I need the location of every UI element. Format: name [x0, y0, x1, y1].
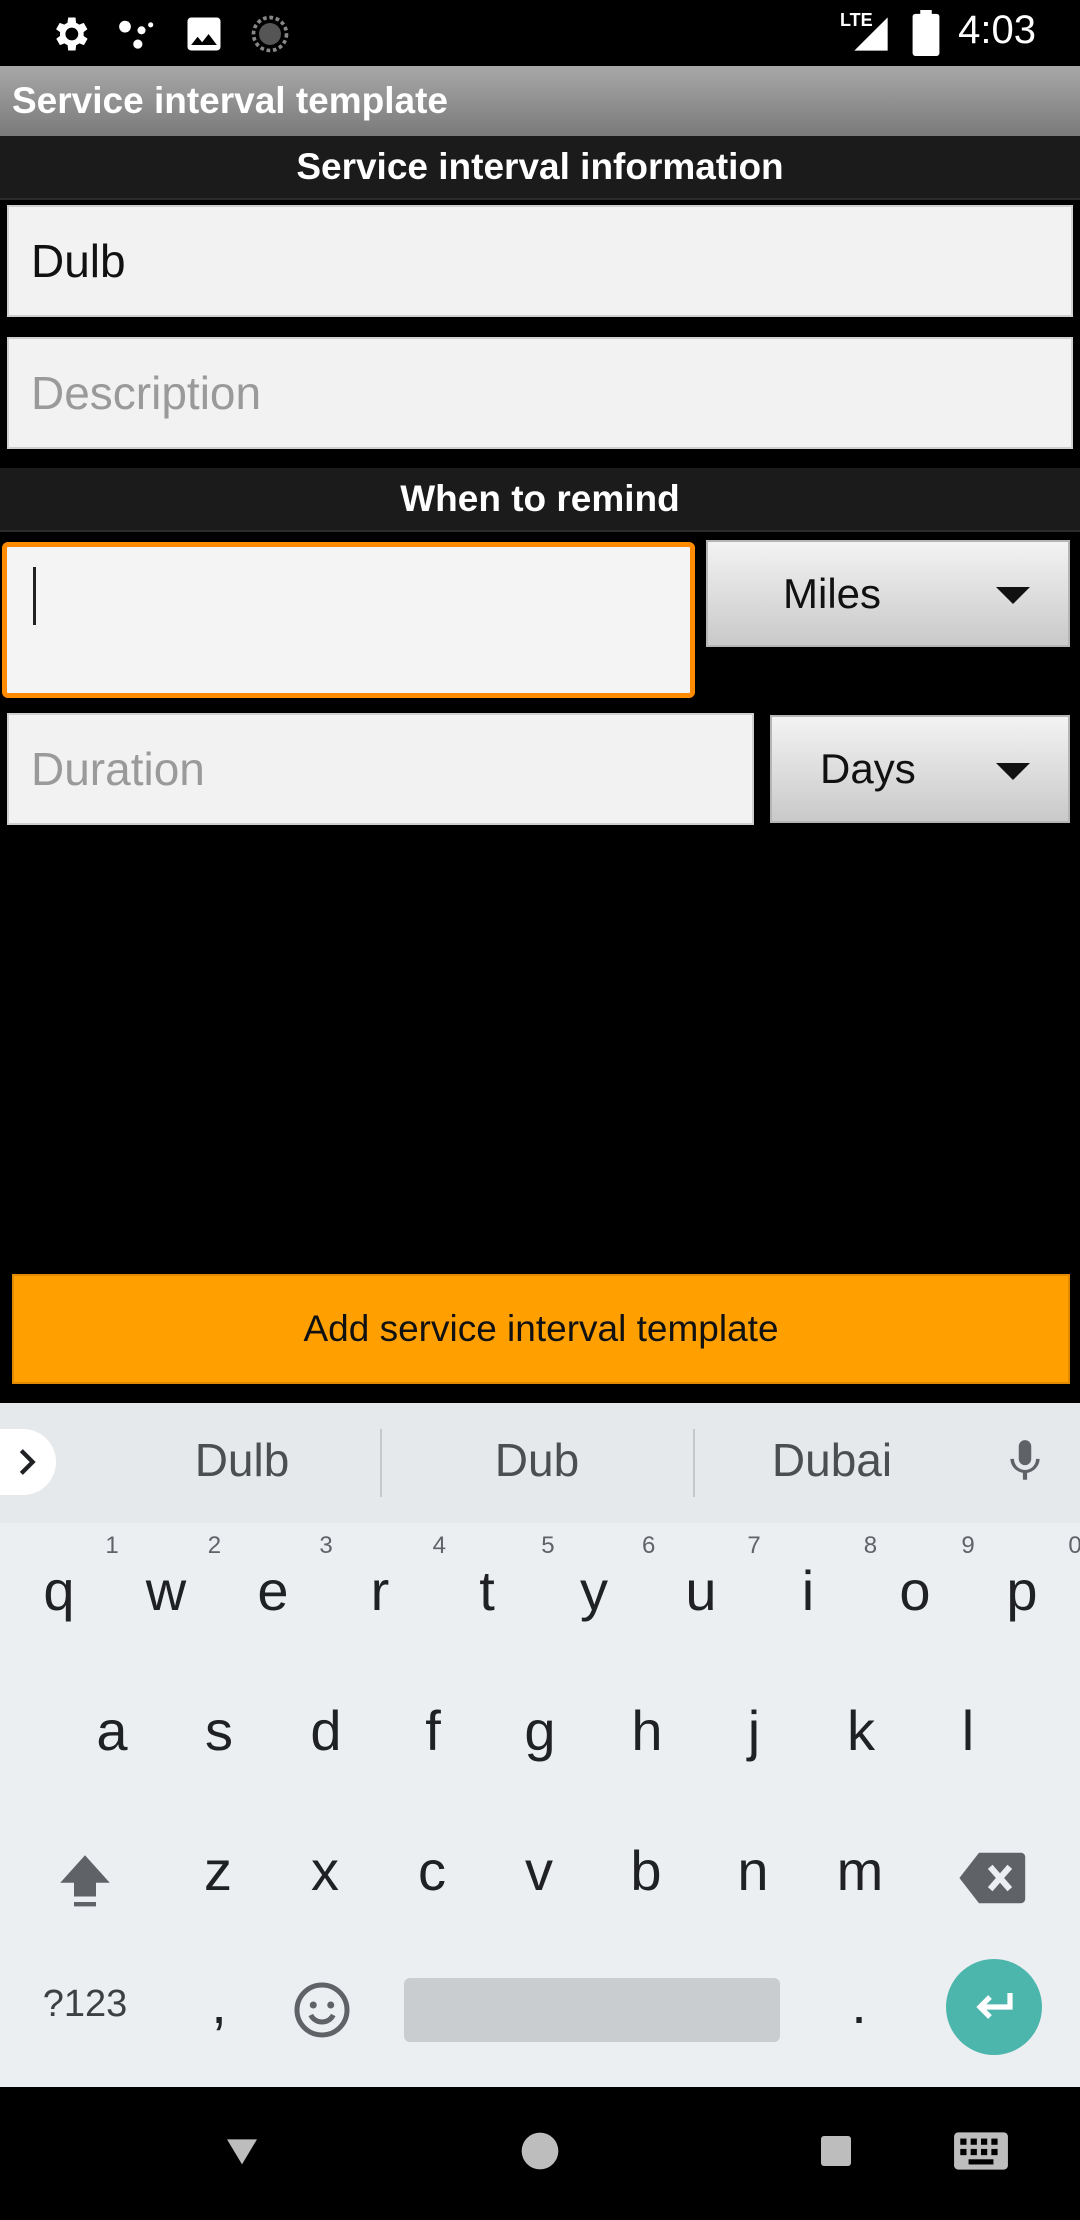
home-icon[interactable] [520, 2131, 560, 2171]
key-hint-number: 7 [747, 1532, 761, 1559]
key-k[interactable]: k [816, 1698, 906, 1763]
key-n[interactable]: n [708, 1838, 798, 1903]
settings-icon [56, 17, 88, 51]
distance-unit-spinner[interactable]: Miles [706, 540, 1070, 647]
backspace-icon[interactable] [958, 1850, 1028, 1906]
key-letter: p [1006, 1559, 1038, 1622]
name-field-value: Dulb [31, 235, 126, 287]
key-y[interactable]: y6 [549, 1532, 655, 1623]
key-hint-number: 3 [319, 1532, 333, 1559]
key-p[interactable]: p0 [977, 1532, 1080, 1623]
chevron-down-icon [996, 763, 1030, 780]
key-hint-number: 5 [541, 1532, 555, 1559]
emoji-icon[interactable] [292, 1980, 352, 2040]
duration-unit-spinner[interactable]: Days [770, 715, 1070, 823]
enter-icon [976, 1993, 1013, 2019]
key-u[interactable]: u7 [656, 1532, 760, 1623]
key-letter: e [257, 1559, 289, 1622]
recents-icon[interactable] [818, 2133, 854, 2169]
signal-icon [854, 17, 888, 51]
key-letter: r [370, 1559, 390, 1622]
shift-icon[interactable] [52, 1845, 118, 1915]
title-bar: Service interval template [0, 66, 1080, 136]
key-hint-number: 1 [105, 1532, 119, 1559]
duration-placeholder: Duration [31, 743, 205, 795]
key-j[interactable]: j [709, 1698, 799, 1763]
chevron-right-icon [19, 1449, 36, 1475]
sync-icon [251, 15, 289, 53]
key-hint-number: 2 [207, 1532, 222, 1559]
duration-unit-label: Days [820, 745, 916, 792]
section-header-remind: When to remind [0, 468, 1080, 532]
key-a[interactable]: a [67, 1698, 157, 1763]
soft-keyboard: Dulb Dub Dubai q1w2e3r4t5y6u7i8o9p0 asdf… [0, 1403, 1080, 2087]
key-w[interactable]: w2 [121, 1532, 221, 1623]
key-i[interactable]: i8 [763, 1532, 877, 1623]
key-hint-number: 9 [961, 1532, 975, 1559]
clock: 4:03 [958, 8, 1036, 52]
expand-suggestions-button[interactable] [0, 1429, 56, 1495]
keyboard-icon[interactable] [952, 2129, 1010, 2173]
battery-icon [912, 10, 940, 56]
key-e[interactable]: e3 [228, 1532, 332, 1623]
key-hint-number: 8 [863, 1532, 878, 1559]
key-x[interactable]: x [280, 1838, 370, 1903]
distance-field[interactable] [2, 542, 695, 698]
description-placeholder: Description [31, 367, 262, 419]
key-c[interactable]: c [387, 1838, 477, 1903]
key-t[interactable]: t5 [442, 1532, 554, 1623]
image-icon [187, 17, 221, 51]
key-o[interactable]: o9 [870, 1532, 974, 1623]
symbols-key[interactable]: ?123 [40, 1983, 130, 2026]
key-letter: o [899, 1559, 931, 1622]
microphone-icon[interactable] [1000, 1431, 1050, 1491]
key-letter: y [580, 1559, 608, 1622]
key-letter: i [801, 1559, 815, 1622]
suggestion-2[interactable]: Dub [412, 1433, 662, 1487]
page-title: Service interval template [12, 80, 448, 121]
status-bar: LTE 4:03 [0, 0, 1080, 66]
key-v[interactable]: v [494, 1838, 584, 1903]
duration-field[interactable]: Duration [7, 713, 754, 825]
key-b[interactable]: b [601, 1838, 691, 1903]
key-letter: u [685, 1559, 717, 1622]
description-field[interactable]: Description [7, 337, 1073, 449]
navigation-bar [0, 2087, 1080, 2220]
key-r[interactable]: r4 [335, 1532, 446, 1623]
key-h[interactable]: h [602, 1698, 692, 1763]
name-field[interactable]: Dulb [7, 205, 1073, 317]
suggestion-divider [380, 1429, 382, 1497]
suggestion-bar: Dulb Dub Dubai [0, 1403, 1080, 1523]
enter-key[interactable] [946, 1959, 1042, 2055]
comma-key[interactable]: , [174, 1971, 264, 2036]
key-s[interactable]: s [174, 1698, 264, 1763]
key-hint-number: 4 [432, 1532, 447, 1559]
back-icon[interactable] [222, 2131, 262, 2171]
key-letter: q [43, 1559, 75, 1622]
key-letter: w [145, 1559, 187, 1622]
key-letter: t [479, 1559, 495, 1622]
text-cursor [33, 567, 36, 625]
key-l[interactable]: l [923, 1698, 1013, 1763]
period-key[interactable]: . [814, 1971, 904, 2036]
key-z[interactable]: z [173, 1838, 263, 1903]
key-hint-number: 0 [1068, 1532, 1080, 1559]
key-d[interactable]: d [281, 1698, 371, 1763]
suggestion-divider [693, 1429, 695, 1497]
suggestion-1[interactable]: Dulb [117, 1433, 367, 1487]
key-g[interactable]: g [495, 1698, 585, 1763]
chevron-down-icon [996, 587, 1030, 604]
key-m[interactable]: m [815, 1838, 905, 1903]
key-q[interactable]: q1 [14, 1532, 118, 1623]
key-hint-number: 6 [642, 1532, 656, 1559]
space-key[interactable] [404, 1978, 780, 2042]
distance-unit-label: Miles [783, 570, 882, 617]
section-header-info: Service interval information [0, 136, 1080, 200]
assistant-icon [119, 20, 154, 49]
key-f[interactable]: f [388, 1698, 478, 1763]
suggestion-3[interactable]: Dubai [707, 1433, 957, 1487]
add-service-interval-button[interactable]: Add service interval template [12, 1274, 1070, 1384]
